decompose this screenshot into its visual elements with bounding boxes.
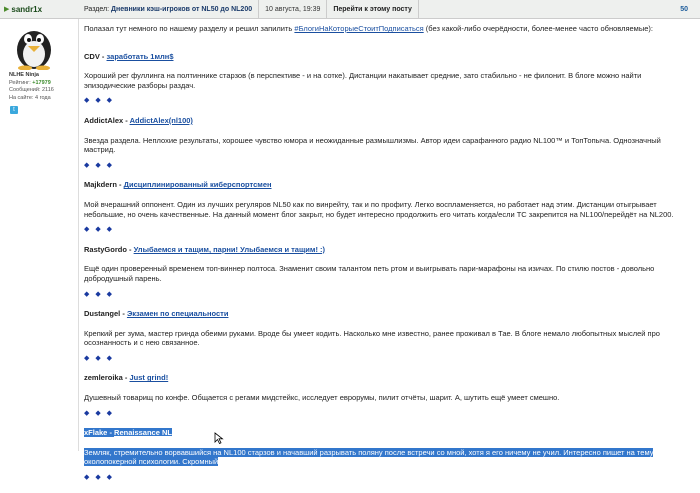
user-rating: Рейтинг: +17979 [9, 80, 54, 88]
entry-author: CDV [84, 51, 100, 61]
entry-text: Мой вчерашний оппонент. Один из лучших р… [84, 199, 674, 219]
section-label: Раздел: [84, 5, 110, 13]
post-number[interactable]: 50 [680, 6, 700, 13]
blog-entry: AddictAlex - AddictAlex(nl100) Звезда ра… [84, 116, 674, 170]
entry-author: xFlake [84, 428, 108, 438]
intro-text-end: (без какой-либо очерёдности, более-менее… [423, 24, 653, 33]
blog-entry: Dustangel - Экзамен по специальности Кре… [84, 309, 674, 363]
entry-head: CDV - заработать 1млн$ [84, 52, 674, 62]
goto-post-link[interactable]: Перейти к этому посту [327, 0, 419, 18]
entry-text: Хороший рег фуллинга на полтиннике старз… [84, 71, 642, 90]
user-messages: Сообщений: 2116 [9, 87, 54, 93]
separator: ◆ ◆ ◆ [84, 290, 115, 298]
entry-dash: - [126, 244, 134, 254]
hashtag-link[interactable]: #БлогиНаКоторыеСтоитПодписаться [294, 24, 423, 33]
rating-label: Рейтинг: [9, 79, 31, 86]
entry-blog-link[interactable]: AddictAlex(nl100) [130, 116, 193, 125]
entry-head: zemleroika - Just grind! [84, 373, 674, 383]
entry-author: Dustangel [84, 309, 121, 319]
username-link[interactable]: sandr1x [11, 5, 42, 14]
entry-head: RastyGordo - Улыбаемся и тащим, парни! У… [84, 245, 674, 255]
entry-author: AddictAlex [84, 115, 124, 125]
entry-text: Крепкий рег зума, мастер гринда обеими р… [84, 328, 660, 348]
separator: ◆ ◆ ◆ [84, 409, 115, 417]
user-on-site: На сайте: 4 года [9, 94, 51, 101]
entry-dash: - [120, 309, 127, 319]
header-spacer [419, 0, 680, 18]
mouse-cursor-icon [214, 432, 224, 444]
entry-head: Dustangel - Экзамен по специальности [84, 309, 674, 319]
entry-blog-link[interactable]: Дисциплинированный киберспортсмен [124, 180, 272, 189]
blog-entry: CDV - заработать 1млн$ Хороший рег фулли… [84, 52, 674, 106]
separator: ◆ ◆ ◆ [84, 474, 115, 482]
entry-blog-link[interactable]: Renaissance NL [114, 428, 172, 437]
entry-author: Majkdern [84, 180, 117, 190]
intro-text: Полазал тут немного по нашему разделу и … [84, 24, 295, 33]
entry-text: Ещё один проверенный временем топ-виннер… [84, 264, 655, 283]
user-header: ▶ sandr1x [0, 0, 78, 19]
blog-entry-selected: xFlake - Renaissance NL Земляк, стремите… [84, 428, 674, 482]
post-date: 10 августа, 19:39 [259, 0, 328, 18]
entry-blog-link[interactable]: Экзамен по специальности [127, 309, 229, 318]
entry-author: RastyGordo [84, 244, 127, 254]
user-sidebar: ▶ sandr1x NLHE Ninja Рейтинг: +17979 Соо… [0, 0, 79, 451]
post-body: Полазал тут немного по нашему разделу и … [84, 24, 674, 493]
entry-blog-link[interactable]: заработать 1млн$ [107, 52, 174, 61]
post-header: Раздел: Дневники кэш-игроков от NL50 до … [78, 0, 700, 19]
separator: ◆ ◆ ◆ [84, 226, 115, 234]
blog-entry: zemleroika - Just grind! Душевный товари… [84, 373, 674, 418]
separator: ◆ ◆ ◆ [84, 97, 115, 105]
twitter-icon[interactable]: t [10, 106, 18, 114]
entry-head: AddictAlex - AddictAlex(nl100) [84, 116, 674, 126]
entry-head: Majkdern - Дисциплинированный киберспорт… [84, 180, 674, 190]
section-info: Раздел: Дневники кэш-игроков от NL50 до … [78, 0, 260, 18]
section-link[interactable]: Дневники кэш-игроков от NL50 до NL200 [111, 6, 252, 13]
entry-blog-link[interactable]: Улыбаемся и тащим, парни! Улыбаемся и та… [134, 245, 325, 254]
user-info: NLHE Ninja Рейтинг: +17979 Сообщений: 21… [9, 72, 54, 102]
entry-text: Душевный товарищ по конфе. Общается с ре… [84, 393, 560, 403]
entry-dash: - [99, 51, 107, 61]
blog-entry: Majkdern - Дисциплинированный киберспорт… [84, 180, 674, 234]
avatar[interactable] [6, 22, 62, 70]
user-title: NLHE Ninja [9, 72, 39, 78]
entry-author: zemleroika [84, 373, 123, 383]
entry-dash: - [116, 180, 124, 190]
rating-value: +17979 [32, 79, 51, 86]
blog-entry: RastyGordo - Улыбаемся и тащим, парни! У… [84, 245, 674, 299]
entry-text: Звезда раздела. Неплохие результаты, хор… [84, 135, 661, 155]
post-intro: Полазал тут немного по нашему разделу и … [84, 24, 674, 34]
entry-blog-link[interactable]: Just grind! [129, 373, 168, 382]
expand-arrow-icon[interactable]: ▶ [4, 5, 9, 13]
separator: ◆ ◆ ◆ [84, 354, 115, 362]
entry-head: xFlake - Renaissance NL [84, 428, 674, 438]
separator: ◆ ◆ ◆ [84, 161, 115, 169]
